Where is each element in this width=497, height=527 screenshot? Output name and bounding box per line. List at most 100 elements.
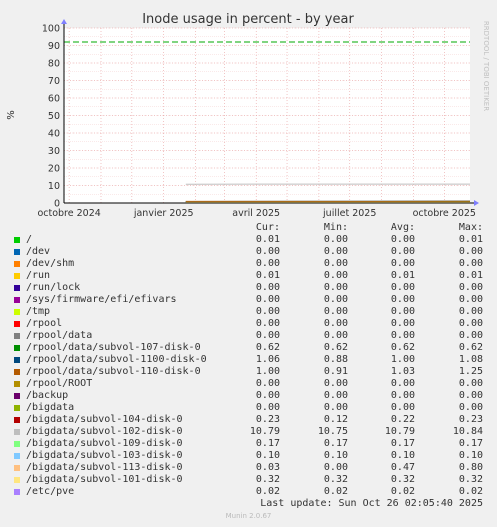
legend-row: /run 0.01 0.00 0.01 0.01 <box>0 270 497 282</box>
value-min: 0.00 <box>323 234 348 245</box>
value-cur: 1.06 <box>255 354 280 365</box>
y-axis-ticks: 0102030405060708090100 <box>42 24 60 210</box>
legend-label: /rpool/data <box>26 330 93 341</box>
y-tick-label: 50 <box>48 111 60 122</box>
value-min: 0.00 <box>323 282 348 293</box>
legend-label: /rpool/ROOT <box>26 378 93 389</box>
legend-label: /bigdata/subvol-101-disk-0 <box>26 474 183 485</box>
value-max: 0.00 <box>458 390 483 401</box>
legend-swatch <box>14 489 20 495</box>
value-max: 0.10 <box>458 450 483 461</box>
value-min: 0.00 <box>323 258 348 269</box>
value-cur: 0.01 <box>255 270 280 281</box>
value-max: 0.80 <box>458 462 483 473</box>
value-cur: 0.00 <box>255 402 280 413</box>
legend-row: /rpool/data/subvol-107-disk-0 0.62 0.62 0.6… <box>0 342 497 354</box>
y-tick-label: 10 <box>48 181 60 192</box>
legend-label: /dev <box>26 246 51 257</box>
value-max: 0.00 <box>458 246 483 257</box>
value-avg: 0.02 <box>390 486 415 497</box>
value-max: 10.84 <box>452 426 483 437</box>
legend-label: / <box>26 234 33 245</box>
y-axis-label: % <box>6 110 17 120</box>
value-avg: 0.00 <box>390 258 415 269</box>
value-cur: 0.00 <box>255 330 280 341</box>
value-min: 0.00 <box>323 246 348 257</box>
value-avg: 0.00 <box>390 306 415 317</box>
legend-label: /backup <box>26 390 69 401</box>
value-max: 0.02 <box>458 486 483 497</box>
value-min: 10.75 <box>317 426 348 437</box>
legend-row: /dev 0.00 0.00 0.00 0.00 <box>0 246 497 258</box>
legend-row: /bigdata/subvol-109-disk-0 0.17 0.17 0.17 0.… <box>0 438 497 450</box>
value-min: 0.00 <box>323 306 348 317</box>
legend-label: /run <box>26 270 51 281</box>
value-max: 1.25 <box>458 366 483 377</box>
legend-swatch <box>14 309 20 315</box>
legend-row: /bigdata/subvol-113-disk-0 0.03 0.00 0.47 0.… <box>0 462 497 474</box>
value-avg: 10.79 <box>384 426 415 437</box>
legend-row: /tmp 0.00 0.00 0.00 0.00 <box>0 306 497 318</box>
value-avg: 0.00 <box>390 294 415 305</box>
value-max: 0.17 <box>458 438 483 449</box>
legend-row: /rpool/data/subvol-1100-disk-0 1.06 0.88 1.… <box>0 354 497 366</box>
value-min: 0.00 <box>323 270 348 281</box>
value-avg: 0.32 <box>390 474 415 485</box>
legend-swatch <box>14 273 20 279</box>
legend-swatch <box>14 357 20 363</box>
value-cur: 1.00 <box>255 366 280 377</box>
header-max: Max: <box>458 222 483 233</box>
value-max: 0.32 <box>458 474 483 485</box>
legend-row: /bigdata/subvol-102-disk-0 10.79 10.75 10.7… <box>0 426 497 438</box>
value-cur: 0.23 <box>255 414 280 425</box>
value-max: 1.08 <box>458 354 483 365</box>
value-max: 0.00 <box>458 282 483 293</box>
header-avg: Avg: <box>390 222 415 233</box>
legend-row: /backup 0.00 0.00 0.00 0.00 <box>0 390 497 402</box>
value-max: 0.00 <box>458 318 483 329</box>
value-max: 0.00 <box>458 378 483 389</box>
legend-row: /bigdata 0.00 0.00 0.00 0.00 <box>0 402 497 414</box>
value-min: 0.00 <box>323 402 348 413</box>
value-cur: 0.00 <box>255 306 280 317</box>
legend-swatch <box>14 321 20 327</box>
legend-swatch <box>14 285 20 291</box>
value-max: 0.01 <box>458 234 483 245</box>
munin-version: Munin 2.0.67 <box>225 512 272 520</box>
value-avg: 0.10 <box>390 450 415 461</box>
value-avg: 0.01 <box>390 270 415 281</box>
legend-swatch <box>14 477 20 483</box>
legend-swatch <box>14 465 20 471</box>
value-min: 0.32 <box>323 474 348 485</box>
legend-label: /run/lock <box>26 282 81 293</box>
last-update: Last update: Sun Oct 26 02:05:40 2025 <box>260 498 483 509</box>
legend-row: /bigdata/subvol-103-disk-0 0.10 0.10 0.10 0.… <box>0 450 497 462</box>
legend-row: /bigdata/subvol-104-disk-0 0.23 0.12 0.22 0.… <box>0 414 497 426</box>
value-max: 0.00 <box>458 306 483 317</box>
inode-usage-chart: 0102030405060708090100 octobre 2024 janvi… <box>6 12 490 219</box>
value-avg: 0.22 <box>390 414 415 425</box>
legend-swatch <box>14 393 20 399</box>
legend-label: /bigdata/subvol-103-disk-0 <box>26 450 183 461</box>
legend-label: /sys/firmware/efi/efivars <box>26 294 177 305</box>
value-avg: 0.47 <box>390 462 415 473</box>
legend-label: /rpool/data/subvol-1100-disk-0 <box>26 354 207 365</box>
value-avg: 0.17 <box>390 438 415 449</box>
value-cur: 0.00 <box>255 246 280 257</box>
x-axis-arrow <box>474 200 479 206</box>
value-max: 0.00 <box>458 258 483 269</box>
legend-label: /bigdata <box>26 402 75 413</box>
value-cur: 0.00 <box>255 258 280 269</box>
legend-swatch <box>14 417 20 423</box>
legend-swatch <box>14 297 20 303</box>
rrdtool-watermark: RRDTOOL / TOBI OETIKER <box>482 21 490 111</box>
value-min: 0.62 <box>323 342 348 353</box>
value-max: 0.01 <box>458 270 483 281</box>
value-avg: 0.00 <box>390 390 415 401</box>
header-min: Min: <box>323 222 348 233</box>
value-min: 0.10 <box>323 450 348 461</box>
legend-row: /rpool/ROOT 0.00 0.00 0.00 0.00 <box>0 378 497 390</box>
value-avg: 0.62 <box>390 342 415 353</box>
legend-row: /rpool/data 0.00 0.00 0.00 0.00 <box>0 330 497 342</box>
x-tick-label: avril 2025 <box>232 208 280 219</box>
